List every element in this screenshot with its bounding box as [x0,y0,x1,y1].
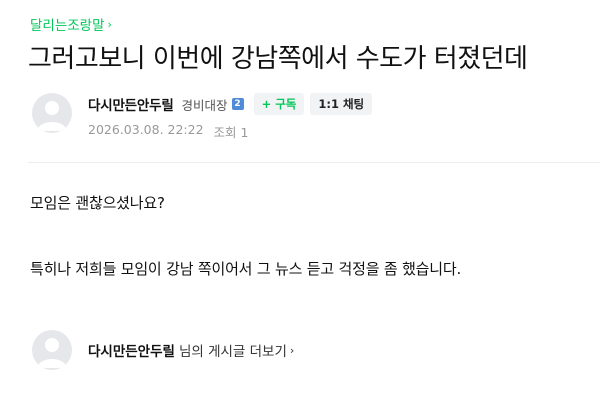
default-user-avatar-icon [37,101,67,131]
author-rank: 경비대장 [181,97,228,113]
content-paragraph: 모임은 괜찮으셨나요? [30,194,165,212]
more-posts-label: 님의 게시글 더보기 [178,344,287,360]
more-posts-link[interactable]: 다시만든안두릴 님의 게시글 더보기 › [88,340,295,361]
author-name[interactable]: 다시만든안두릴 [88,94,174,114]
footer-author-avatar[interactable] [32,330,72,370]
subscribe-button[interactable]: + 구독 [253,93,305,115]
chat-button[interactable]: 1:1 채팅 [310,93,373,115]
header-divider [28,162,600,163]
post-date: 2026.03.08. 22:22 [88,122,204,137]
chevron-right-icon: › [107,17,112,31]
author-row: 다시만든안두릴 경비대장 2 + 구독 1:1 채팅 [88,92,373,116]
breadcrumb-label: 달리는조랑말 [30,18,105,34]
chevron-right-icon: › [289,343,295,357]
default-user-avatar-icon [37,338,67,368]
rank-level-badge: 2 [231,98,244,110]
author-avatar[interactable] [32,93,72,133]
breadcrumb-cafe-menu[interactable]: 달리는조랑말 › [30,14,112,34]
view-count: 조회 1 [213,125,249,140]
content-paragraph: 특히나 저희들 모임이 강남 쪽이어서 그 뉴스 듣고 걱정을 좀 했습니다. [30,260,462,278]
post-meta: 2026.03.08. 22:22 조회 1 [88,122,248,141]
footer-author-name: 다시만든안두릴 [88,344,175,360]
post-title: 그러고보니 이번에 강남쪽에서 수도가 터졌던데 [28,44,528,74]
